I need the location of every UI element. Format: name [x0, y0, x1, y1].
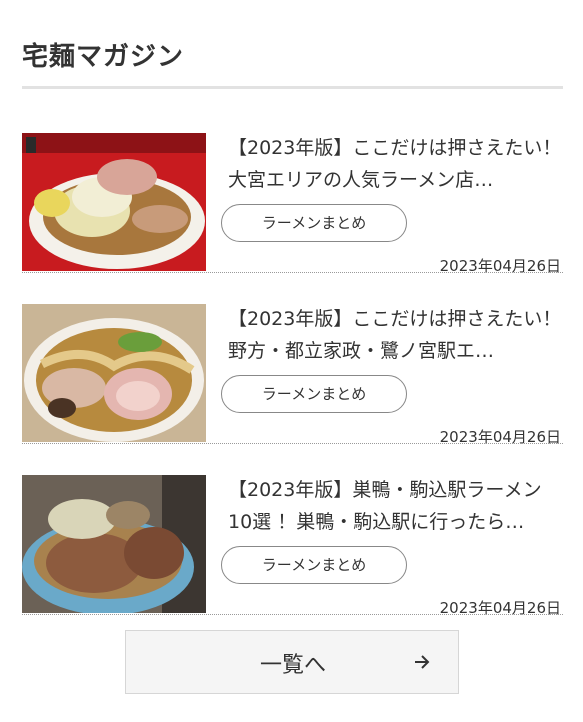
view-all-label: 一覧へ: [259, 653, 326, 678]
view-all-button[interactable]: 一覧へ: [125, 630, 459, 694]
magazine-section: 宅麺マガジン 【2023年版】ここだけは押さえたい！大宮エリアの人気ラーメン店……: [0, 0, 583, 722]
article-title[interactable]: 【2023年版】ここだけは押さえたい！野方・都立家政・鷺ノ宮駅エ…: [228, 303, 563, 367]
ramen-thumbnail-image: [22, 133, 206, 271]
arrow-right-icon: [415, 655, 430, 669]
ramen-thumbnail-image: [22, 304, 206, 442]
category-tag[interactable]: ラーメンまとめ: [221, 546, 407, 584]
category-tag[interactable]: ラーメンまとめ: [221, 375, 407, 413]
title-underline: [22, 86, 563, 89]
article-thumbnail[interactable]: [22, 133, 206, 271]
article-thumbnail[interactable]: [22, 475, 206, 613]
article-thumbnail[interactable]: [22, 304, 206, 442]
article-title[interactable]: 【2023年版】巣鴨・駒込駅ラーメン10選 ！巣鴨・駒込駅に行ったら…: [228, 474, 563, 538]
category-tag[interactable]: ラーメンまとめ: [221, 204, 407, 242]
divider: [22, 614, 563, 615]
article-item[interactable]: 【2023年版】巣鴨・駒込駅ラーメン10選 ！巣鴨・駒込駅に行ったら… ラーメン…: [22, 444, 563, 617]
article-title[interactable]: 【2023年版】ここだけは押さえたい！大宮エリアの人気ラーメン店…: [228, 132, 563, 196]
article-item[interactable]: 【2023年版】ここだけは押さえたい！大宮エリアの人気ラーメン店… ラーメンまと…: [22, 102, 563, 275]
article-item[interactable]: 【2023年版】ここだけは押さえたい！野方・都立家政・鷺ノ宮駅エ… ラーメンまと…: [22, 273, 563, 446]
section-title: 宅麺マガジン: [22, 42, 185, 72]
ramen-thumbnail-image: [22, 475, 206, 613]
